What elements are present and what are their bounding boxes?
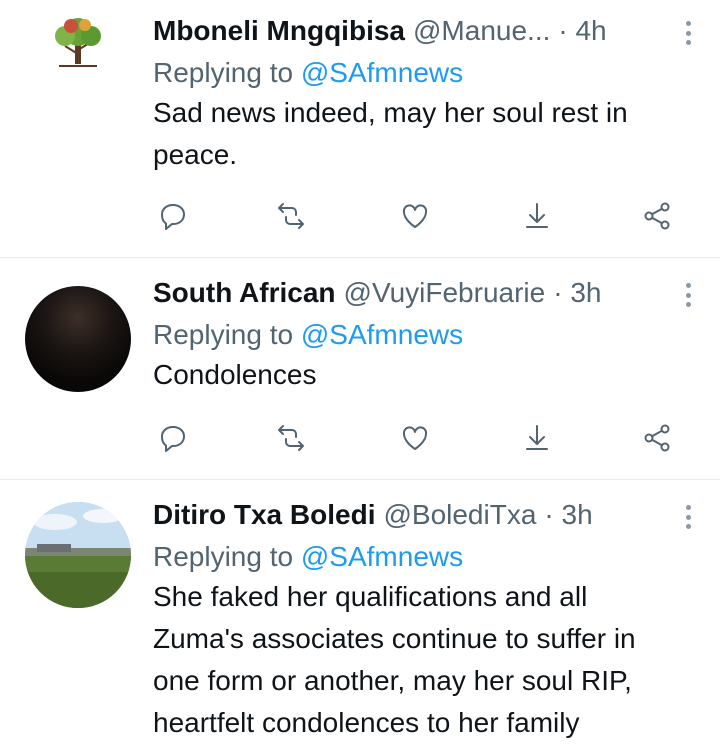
replying-to: Replying to @SAfmnews	[153, 318, 698, 352]
avatar[interactable]	[25, 502, 131, 608]
more-icon[interactable]	[678, 18, 698, 48]
reply-icon	[161, 426, 185, 452]
share-button[interactable]	[637, 418, 677, 458]
user-handle[interactable]: @Manue...	[413, 15, 550, 47]
landscape-photo	[25, 502, 131, 608]
replying-to-label: Replying to	[153, 57, 294, 88]
user-name[interactable]: Ditiro Txa Boledi	[153, 499, 375, 531]
tweet-text: She faked her qualifications and all Zum…	[153, 581, 636, 738]
retweet-button[interactable]	[271, 196, 311, 236]
avatar[interactable]	[25, 286, 131, 392]
download-icon	[526, 203, 548, 228]
tweet-header: South African @VuyiFebruarie · 3h	[153, 276, 698, 310]
tweet-actions	[153, 418, 698, 458]
replying-to-label: Replying to	[153, 319, 294, 350]
replying-to-label: Replying to	[153, 541, 294, 572]
download-icon	[526, 425, 548, 450]
replying-to-handle[interactable]: @SAfmnews	[301, 57, 463, 88]
user-name[interactable]: Mboneli Mngqibisa	[153, 15, 405, 47]
avatar[interactable]	[25, 10, 131, 116]
share-button[interactable]	[637, 196, 677, 236]
more-icon[interactable]	[678, 280, 698, 310]
tweet[interactable]: Mboneli Mngqibisa @Manue... · 4h Replyin…	[0, 0, 720, 258]
retweet-icon	[278, 203, 304, 229]
timestamp[interactable]: · 3h	[553, 277, 601, 309]
share-icon	[644, 202, 670, 230]
tweet-text: Sad news indeed, may her soul rest in pe…	[153, 97, 628, 170]
retweet-icon	[278, 425, 304, 451]
tweet-content: Mboneli Mngqibisa @Manue... · 4h Replyin…	[153, 14, 698, 176]
tweet-feed: Mboneli Mngqibisa @Manue... · 4h Replyin…	[0, 0, 720, 744]
download-button[interactable]	[517, 418, 557, 458]
replying-to: Replying to @SAfmnews	[153, 56, 698, 90]
tweet[interactable]: Ditiro Txa Boledi @BolediTxa · 3h Replyi…	[0, 480, 720, 744]
user-name[interactable]: South African	[153, 277, 336, 309]
like-button[interactable]	[395, 418, 435, 458]
timestamp[interactable]: · 4h	[558, 15, 606, 47]
like-icon	[402, 426, 428, 450]
replying-to-handle[interactable]: @SAfmnews	[301, 319, 463, 350]
tweet-header: Ditiro Txa Boledi @BolediTxa · 3h	[153, 498, 698, 532]
retweet-button[interactable]	[271, 418, 311, 458]
reply-button[interactable]	[153, 196, 193, 236]
tweet-content: Ditiro Txa Boledi @BolediTxa · 3h Replyi…	[153, 498, 698, 744]
share-icon	[644, 424, 670, 452]
tweet-header: Mboneli Mngqibisa @Manue... · 4h	[153, 14, 698, 48]
download-button[interactable]	[517, 196, 557, 236]
like-icon	[402, 204, 428, 228]
reply-button[interactable]	[153, 418, 193, 458]
user-handle[interactable]: @BolediTxa	[383, 499, 536, 531]
more-icon[interactable]	[678, 502, 698, 532]
tweet-content: South African @VuyiFebruarie · 3h Replyi…	[153, 276, 698, 396]
replying-to: Replying to @SAfmnews	[153, 540, 698, 574]
tweet-text: Condolences	[153, 359, 317, 390]
replying-to-handle[interactable]: @SAfmnews	[301, 541, 463, 572]
tweet[interactable]: South African @VuyiFebruarie · 3h Replyi…	[0, 258, 720, 480]
timestamp[interactable]: · 3h	[544, 499, 592, 531]
mandela-legacy-logo	[25, 10, 131, 116]
tweet-actions	[153, 196, 698, 236]
user-handle[interactable]: @VuyiFebruarie	[344, 277, 546, 309]
reply-icon	[161, 204, 185, 230]
like-button[interactable]	[395, 196, 435, 236]
